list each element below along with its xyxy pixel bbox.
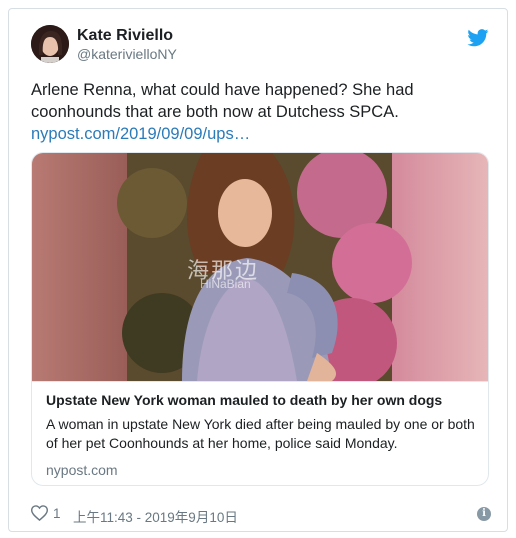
like-count[interactable]: 1 bbox=[53, 506, 61, 521]
avatar[interactable] bbox=[31, 25, 69, 63]
card-title[interactable]: Upstate New York woman mauled to death b… bbox=[46, 392, 442, 408]
card-body[interactable]: Upstate New York woman mauled to death b… bbox=[32, 381, 488, 485]
timestamp[interactable]: 上午11:43 - 2019年9月10日 bbox=[73, 506, 238, 526]
twitter-bird-icon[interactable] bbox=[467, 29, 489, 47]
embedded-tweet: Kate Riviello @katerivielloNY Arlene Ren… bbox=[8, 8, 508, 532]
watermark-en: HiNaBian bbox=[200, 277, 251, 291]
card-image[interactable]: 海那边 HiNaBian bbox=[32, 153, 488, 381]
card-photo bbox=[32, 153, 488, 381]
author-name[interactable]: Kate Riviello bbox=[77, 27, 173, 45]
card-description: A woman in upstate New York died after b… bbox=[46, 416, 475, 451]
heart-icon[interactable] bbox=[31, 505, 48, 521]
author-handle[interactable]: @katerivielloNY bbox=[77, 46, 177, 62]
tweet-text: Arlene Renna, what could have happened? … bbox=[31, 79, 493, 145]
tweet-footer: 1 上午11:43 - 2019年9月10日 i bbox=[31, 505, 491, 525]
card-domain: nypost.com bbox=[46, 462, 118, 478]
link-card[interactable]: 海那边 HiNaBian Upstate New York woman maul… bbox=[31, 152, 489, 486]
tweet-link[interactable]: nypost.com/2019/09/09/ups… bbox=[31, 125, 250, 143]
tweet-body: Arlene Renna, what could have happened? … bbox=[31, 81, 414, 121]
info-icon[interactable]: i bbox=[477, 507, 491, 521]
